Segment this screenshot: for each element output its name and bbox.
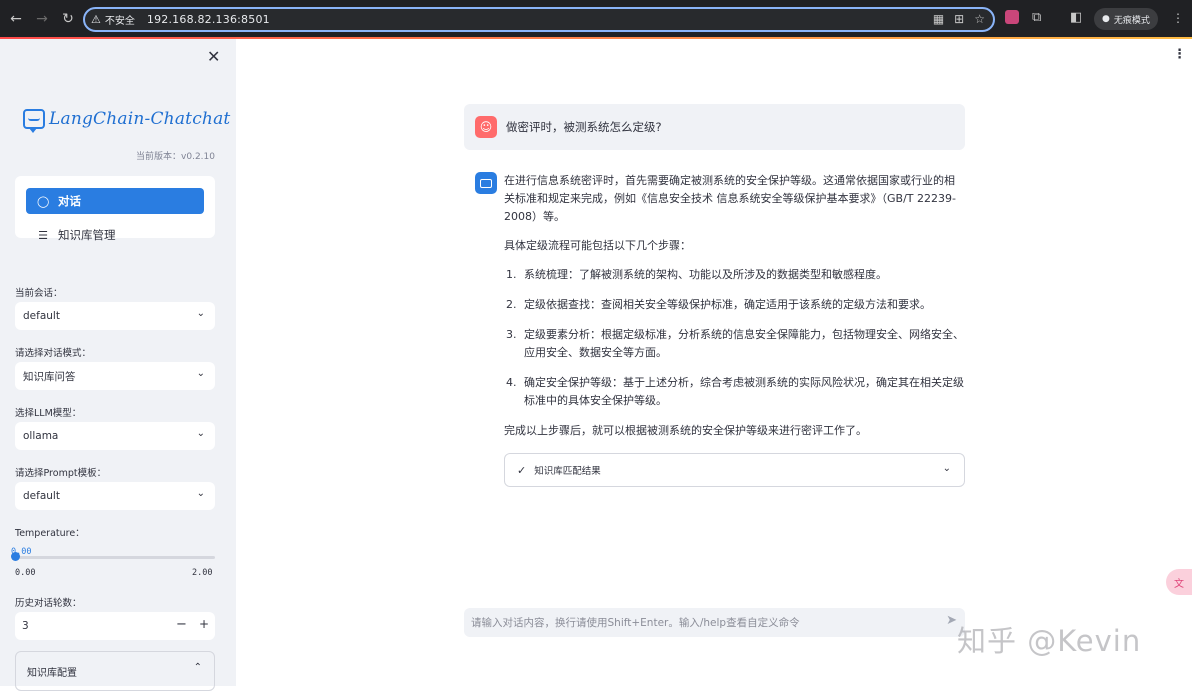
incognito-badge[interactable]: ● 无痕模式 [1094, 8, 1158, 30]
current-session-select[interactable]: default ⌄ [15, 302, 215, 330]
answer-intro: 在进行信息系统密评时，首先需要确定被测系统的安全保护等级。这通常依据国家或行业的… [504, 174, 956, 223]
app-logo: LangChain-Chatchat [23, 109, 231, 133]
incognito-icon: ● [1102, 14, 1110, 24]
history-rounds-stepper[interactable]: 3 − + [15, 612, 215, 640]
qr-code-icon[interactable]: ▦ [933, 12, 944, 26]
user-message: ☺ 做密评时，被测系统怎么定级? [464, 104, 965, 150]
select-value: default [23, 490, 60, 502]
history-rounds-label: 历史对话轮数： [15, 598, 82, 609]
browser-nav: ← → ↻ [0, 11, 82, 27]
main-menu-icon[interactable]: ⋮ [1173, 47, 1186, 62]
chevron-up-icon: ⌃ [193, 662, 202, 673]
list-text: 确定安全保护等级：基于上述分析，综合考虑被测系统的实际风险状况，确定其在相关定级… [524, 376, 964, 407]
chat-bubble-icon: ◯ [37, 194, 50, 208]
menu-item-chat[interactable]: ◯ 对话 [26, 188, 204, 214]
user-avatar-icon: ☺ [475, 116, 497, 138]
forward-icon[interactable]: → [34, 11, 50, 27]
list-item: 4. 确定安全保护等级：基于上述分析，综合考虑被测系统的实际风险状况，确定其在相关… [504, 374, 964, 410]
select-value: ollama [23, 430, 59, 442]
list-item: 2. 定级依据查找：查阅相关安全等级保护标准，确定适用于该系统的定级方法和要求。 [504, 296, 964, 314]
check-icon: ✓ [517, 463, 527, 477]
menu-item-label: 知识库管理 [58, 228, 116, 242]
address-bar[interactable]: ⚠ 不安全 192.168.82.136:8501 ▦ ⊞ ☆ [83, 7, 995, 32]
temperature-label: Temperature： [15, 528, 85, 539]
list-text: 定级依据查找：查阅相关安全等级保护标准，确定适用于该系统的定级方法和要求。 [524, 298, 931, 311]
kb-result-label: 知识库匹配结果 [534, 466, 601, 477]
database-icon: ☰ [38, 228, 48, 242]
browser-toolbar: ← → ↻ ⚠ 不安全 192.168.82.136:8501 ▦ ⊞ ☆ ⧉ … [0, 0, 1192, 37]
temperature-slider-thumb[interactable] [11, 552, 20, 561]
omnibox-actions: ▦ ⊞ ☆ [933, 12, 985, 26]
temperature-slider-track[interactable] [15, 556, 215, 559]
logo-chat-icon [23, 109, 45, 133]
floating-translate-icon[interactable]: 文 [1166, 569, 1192, 595]
temperature-max: 2.00 [192, 568, 213, 578]
chevron-down-icon: ⌄ [196, 488, 205, 499]
browser-menu-icon[interactable]: ⋮ [1172, 11, 1184, 25]
close-sidebar-icon[interactable]: ✕ [207, 47, 220, 66]
back-icon[interactable]: ← [8, 11, 24, 27]
temperature-min: 0.00 [15, 568, 36, 578]
list-item: 1. 系统梳理：了解被测系统的架构、功能以及所涉及的数据类型和敏感程度。 [504, 266, 964, 284]
list-number: 3. [506, 328, 517, 341]
chat-mode-select[interactable]: 知识库问答 ⌄ [15, 362, 215, 390]
chat-input-placeholder[interactable]: 请输入对话内容，换行请使用Shift+Enter。输入/help查看自定义命令 [471, 615, 800, 630]
llm-model-label: 选择LLM模型： [15, 408, 82, 419]
chevron-down-icon: ⌄ [196, 308, 205, 319]
sidebar: ✕ LangChain-Chatchat 当前版本：v0.2.10 ◯ 对话 ☰… [0, 39, 236, 691]
extensions-puzzle-icon[interactable]: ⧉ [1032, 10, 1041, 25]
prompt-template-label: 请选择Prompt模板： [15, 468, 107, 479]
chevron-down-icon: ⌄ [196, 428, 205, 439]
prompt-template-select[interactable]: default ⌄ [15, 482, 215, 510]
chevron-down-icon: ⌄ [942, 463, 951, 474]
select-value: 知识库问答 [23, 370, 76, 383]
insecure-label[interactable]: 不安全 [105, 12, 135, 27]
decrement-button[interactable]: − [176, 617, 187, 632]
expander-label: 知识库配置 [27, 667, 77, 679]
star-icon[interactable]: ☆ [974, 12, 985, 26]
answer-steps-intro: 具体定级流程可能包括以下几个步骤： [504, 239, 691, 252]
assistant-avatar-icon [475, 172, 497, 194]
menu-item-label: 对话 [58, 194, 81, 208]
list-number: 2. [506, 298, 517, 311]
kb-config-expander[interactable]: 知识库配置 ⌃ [15, 651, 215, 691]
current-session-label: 当前会话： [15, 288, 63, 299]
menu-item-knowledge-base[interactable]: ☰ 知识库管理 [26, 222, 204, 248]
list-text: 系统梳理：了解被测系统的架构、功能以及所涉及的数据类型和敏感程度。 [524, 268, 887, 281]
user-message-text: 做密评时，被测系统怎么定级? [506, 120, 662, 134]
assistant-message: 在进行信息系统密评时，首先需要确定被测系统的安全保护等级。这通常依据国家或行业的… [504, 172, 964, 451]
list-item: 3. 定级要素分析：根据定级标准，分析系统的信息安全保障能力，包括物理安全、网络安… [504, 326, 964, 362]
extension-icon[interactable] [1005, 10, 1019, 24]
stepper-value[interactable]: 3 [22, 620, 29, 632]
warning-icon[interactable]: ⚠ [91, 13, 101, 26]
list-text: 定级要素分析：根据定级标准，分析系统的信息安全保障能力，包括物理安全、网络安全、… [524, 328, 964, 359]
kb-result-expander[interactable]: ✓ 知识库匹配结果 ⌄ [504, 453, 965, 487]
chat-mode-label: 请选择对话模式： [15, 348, 92, 359]
chevron-down-icon: ⌄ [196, 368, 205, 379]
increment-button[interactable]: + [199, 617, 209, 631]
nav-menu: ◯ 对话 ☰ 知识库管理 [15, 176, 215, 242]
answer-conclusion: 完成以上步骤后，就可以根据被测系统的安全保护等级来进行密评工作了。 [504, 424, 867, 437]
incognito-label: 无痕模式 [1113, 15, 1150, 26]
side-panel-icon[interactable]: ◧ [1070, 10, 1082, 25]
answer-steps-list: 1. 系统梳理：了解被测系统的架构、功能以及所涉及的数据类型和敏感程度。 2. 定级… [504, 266, 964, 410]
select-value: default [23, 310, 60, 322]
logo-text: LangChain-Chatchat [49, 109, 231, 129]
list-number: 1. [506, 268, 517, 281]
list-number: 4. [506, 376, 517, 389]
version-label: 当前版本：v0.2.10 [136, 152, 215, 162]
chat-input[interactable]: 请输入对话内容，换行请使用Shift+Enter。输入/help查看自定义命令 … [464, 608, 965, 637]
send-icon[interactable]: ➤ [946, 613, 957, 628]
llm-model-select[interactable]: ollama ⌄ [15, 422, 215, 450]
translate-icon[interactable]: ⊞ [954, 12, 964, 26]
watermark: 知乎 @Kevin [957, 624, 1142, 658]
reload-icon[interactable]: ↻ [60, 11, 76, 27]
url-text[interactable]: 192.168.82.136:8501 [147, 13, 270, 26]
